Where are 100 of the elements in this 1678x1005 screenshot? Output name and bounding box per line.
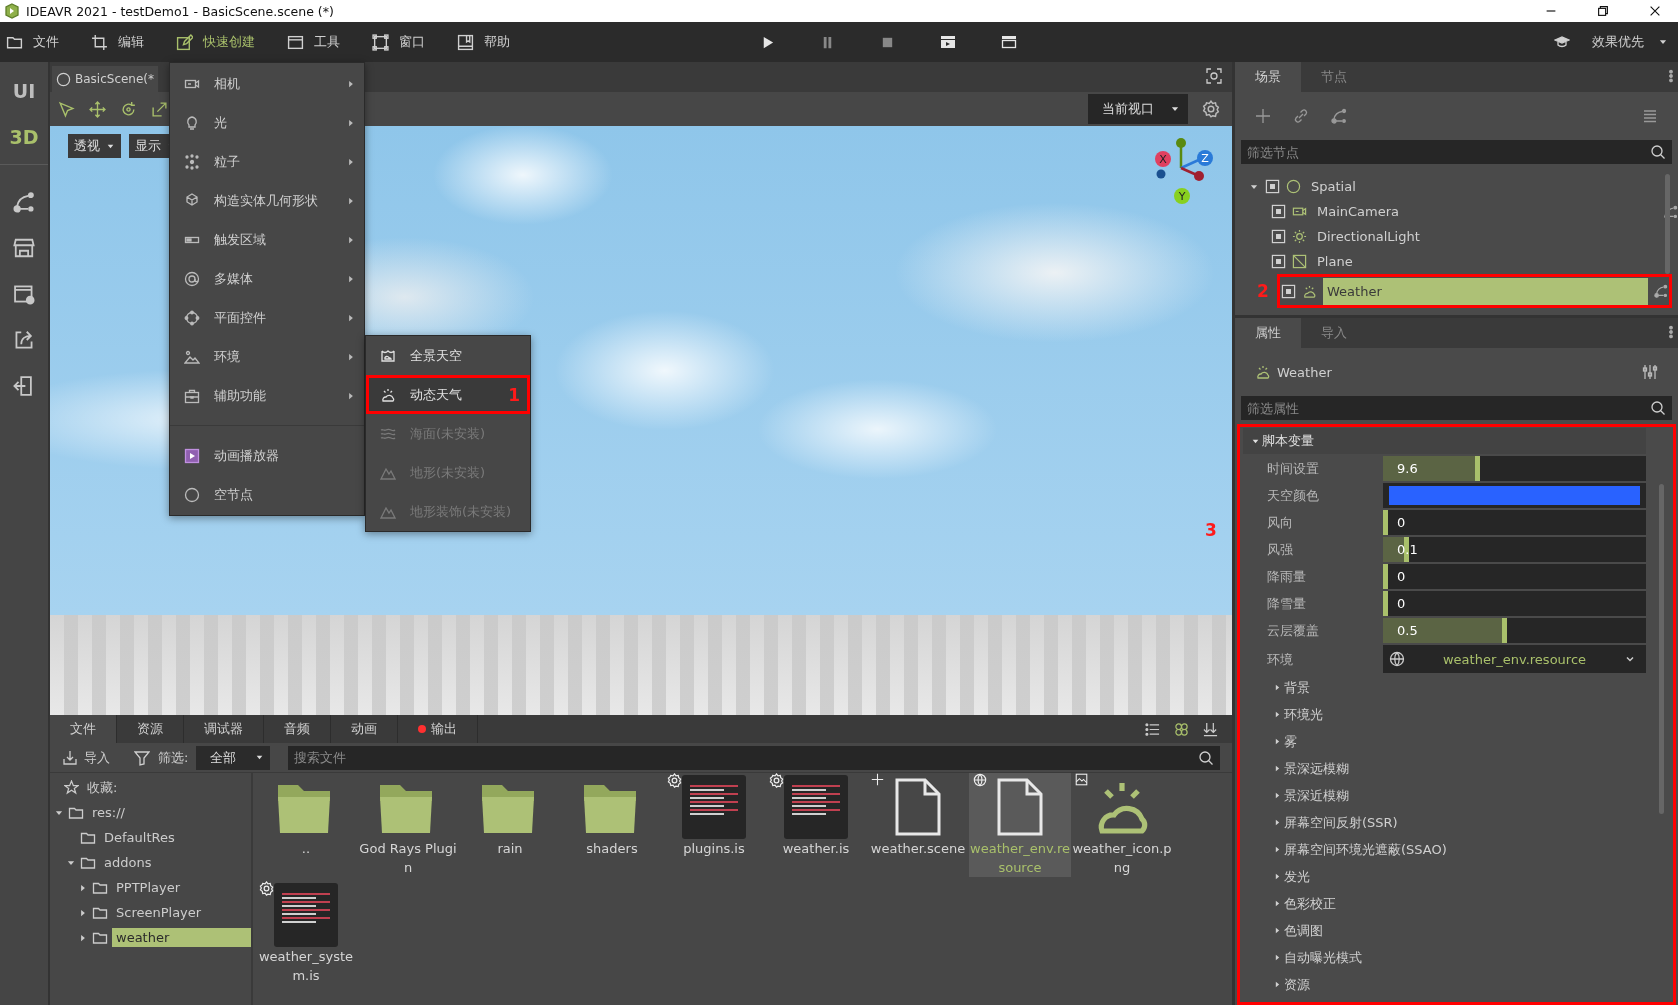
filter-field[interactable]: 筛选属性 [1241, 396, 1672, 420]
slider-field[interactable]: 0 [1383, 564, 1646, 589]
visibility-checkbox-icon[interactable] [1271, 204, 1286, 219]
scrollbar[interactable] [1659, 484, 1664, 814]
axis-gizmo[interactable]: X Z Y [1154, 134, 1214, 208]
menu-item[interactable]: 全景天空 [366, 336, 530, 375]
file-tile[interactable]: weather.scene [867, 773, 969, 877]
tree-item[interactable]: ScreenPlayer [112, 903, 206, 922]
tree-node[interactable]: Weather [1323, 277, 1648, 305]
file-tile[interactable]: weather_system.is [255, 881, 357, 985]
dock-tab[interactable]: 场景 [1235, 62, 1301, 92]
tree-item[interactable]: PPTPlayer [112, 878, 185, 897]
group-header[interactable]: 发光 [1243, 863, 1310, 890]
scale-icon[interactable] [151, 100, 168, 118]
visibility-checkbox-icon[interactable] [1271, 229, 1286, 244]
resource-dropdown[interactable]: weather_env.resource [1383, 645, 1646, 673]
list-view-icon[interactable] [1145, 721, 1160, 737]
play-scene-button[interactable] [940, 34, 956, 50]
viewport-dropdown[interactable]: 当前视口 [1088, 94, 1188, 124]
mode-tab[interactable]: UI [12, 68, 36, 114]
sort-icon[interactable] [1203, 721, 1218, 737]
slider-field[interactable]: 0.1 [1383, 537, 1646, 562]
menu-item[interactable]: 空节点 [170, 475, 364, 514]
visibility-checkbox-icon[interactable] [1265, 179, 1280, 194]
file-tile[interactable]: plugins.is [663, 773, 765, 877]
scene-tab[interactable]: BasicScene(* [52, 66, 159, 92]
slider-field[interactable]: 0 [1383, 510, 1646, 535]
group-header[interactable]: 自动曝光模式 [1243, 944, 1362, 971]
group-header[interactable]: 屏幕空间反射(SSR) [1243, 809, 1398, 836]
menu-item[interactable]: 触发区域 [170, 220, 364, 259]
tree-item[interactable]: DefaultRes [100, 828, 179, 847]
file-tile[interactable]: weather.is [765, 773, 867, 877]
link-icon[interactable] [1293, 108, 1309, 124]
slider-field[interactable]: 0 [1383, 591, 1646, 616]
group-header[interactable]: 屏幕空间环境光遮蔽(SSAO) [1243, 836, 1447, 863]
panel-tab[interactable]: 音频 [264, 715, 331, 743]
group-header[interactable]: 雾 [1243, 728, 1297, 755]
cursor-icon[interactable] [58, 100, 75, 118]
menu-icon[interactable] [1642, 108, 1658, 124]
tree-item[interactable]: weather [112, 928, 251, 947]
panel-tab[interactable]: 资源 [117, 715, 184, 743]
graduation-cap-icon[interactable] [1554, 34, 1570, 50]
import-button[interactable]: 导入 [62, 748, 110, 767]
script-icon[interactable] [1654, 284, 1668, 298]
slider-field[interactable]: 0.5 [1383, 618, 1646, 643]
group-header[interactable]: 环境光 [1243, 701, 1323, 728]
tree-node[interactable]: MainCamera [1313, 203, 1404, 220]
filter-dropdown[interactable]: 全部 [196, 745, 271, 770]
menu-item[interactable]: 平面控件 [170, 298, 364, 337]
file-tile[interactable]: God Rays Plugin [357, 773, 459, 877]
quality-dropdown[interactable]: 效果优先 [1592, 33, 1668, 51]
menu-item[interactable]: 多媒体 [170, 259, 364, 298]
tree-node[interactable]: Spatial [1307, 178, 1360, 195]
section-header[interactable]: 脚本变量 [1243, 428, 1646, 454]
sliders-icon[interactable] [1642, 364, 1658, 380]
menu-item[interactable]: 编辑 [91, 27, 158, 57]
file-tile[interactable]: rain [459, 773, 561, 877]
tree-item[interactable]: addons [100, 853, 156, 872]
panel-tab[interactable]: 动画 [331, 715, 398, 743]
group-header[interactable]: 资源 [1243, 971, 1310, 998]
settings-icon[interactable] [1202, 100, 1220, 118]
file-tile[interactable]: weather_icon.png [1071, 773, 1173, 877]
menu-item[interactable]: 相机 [170, 64, 364, 103]
focus-icon[interactable] [1206, 68, 1222, 84]
menu-item[interactable]: 构造实体几何形状 [170, 181, 364, 220]
grid-view-icon[interactable] [1174, 721, 1189, 737]
panel-tab[interactable]: 调试器 [184, 715, 264, 743]
mode-tab[interactable]: 3D [9, 114, 39, 160]
scrollbar[interactable] [1665, 174, 1670, 274]
dock-tab[interactable]: 导入 [1301, 318, 1367, 348]
play-custom-scene-button[interactable] [1001, 34, 1017, 50]
rotate-icon[interactable] [120, 100, 137, 118]
slider-field[interactable]: 9.6 [1383, 456, 1646, 481]
tree-node[interactable]: Plane [1313, 253, 1357, 270]
menu-item[interactable]: 工具 [287, 27, 354, 57]
file-tile[interactable]: .. [255, 773, 357, 877]
visibility-checkbox-icon[interactable] [1271, 254, 1286, 269]
tree-item[interactable]: res:// [88, 803, 129, 822]
group-header[interactable]: 色调图 [1243, 917, 1323, 944]
menu-item[interactable]: 窗口 [372, 27, 439, 57]
panel-tab[interactable]: 文件 [50, 715, 117, 743]
menu-item[interactable]: 快速创建 [176, 27, 269, 57]
script-icon[interactable] [1331, 108, 1347, 124]
file-tile[interactable]: weather_env.resource [969, 773, 1071, 877]
view-mode-dropdown[interactable]: 透视 [68, 134, 121, 158]
group-header[interactable]: 色彩校正 [1243, 890, 1336, 917]
group-header[interactable]: 背景 [1243, 674, 1310, 701]
group-header[interactable]: 景深远模糊 [1243, 755, 1349, 782]
filter-field[interactable]: 筛选节点 [1241, 140, 1672, 164]
file-tile[interactable]: shaders [561, 773, 663, 877]
menu-item[interactable]: 文件 [6, 27, 73, 57]
menu-item[interactable]: 辅助功能 [170, 376, 364, 415]
menu-item[interactable]: 动画播放器 [170, 436, 364, 475]
panel-tab[interactable]: 输出 [398, 715, 478, 743]
search-field[interactable]: 搜索文件 [288, 745, 1220, 770]
group-header[interactable]: 景深近模糊 [1243, 782, 1349, 809]
color-picker[interactable] [1383, 483, 1646, 508]
menu-item[interactable]: 帮助 [457, 27, 524, 57]
dock-tab[interactable]: 属性 [1235, 318, 1301, 348]
move-icon[interactable] [89, 100, 106, 118]
